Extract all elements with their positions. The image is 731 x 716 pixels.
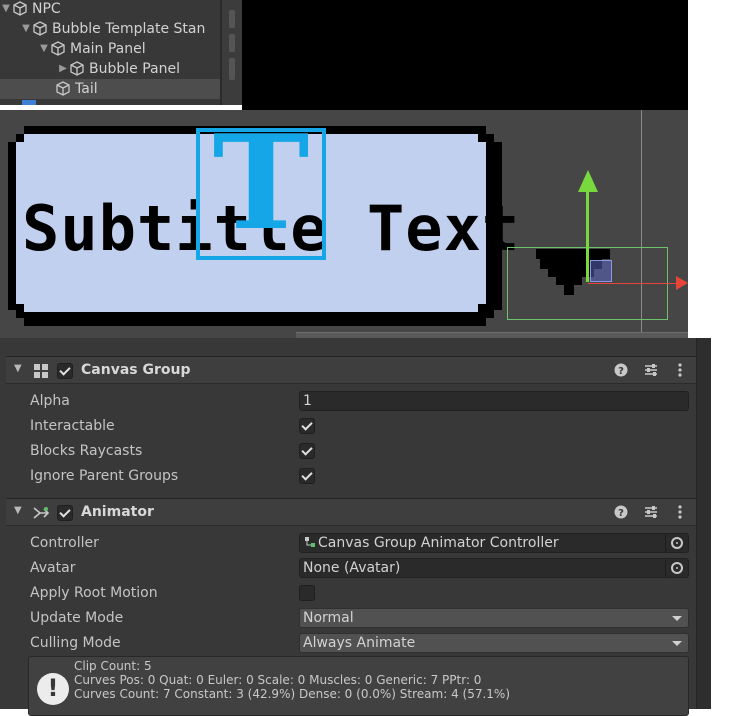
hierarchy-item-label: Bubble Panel xyxy=(89,61,180,77)
presets-icon[interactable] xyxy=(643,362,659,378)
avatar-label: Avatar xyxy=(30,560,76,576)
dropdown-arrow-icon xyxy=(672,641,682,646)
x-axis-handle[interactable] xyxy=(588,283,680,284)
fold-arrow-icon[interactable]: ▼ xyxy=(14,505,22,516)
culling-mode-dropdown[interactable]: Always Animate xyxy=(299,633,689,653)
pivot-square[interactable] xyxy=(590,260,612,282)
x-axis-arrow-icon[interactable] xyxy=(676,276,688,290)
canvas-group-header[interactable]: ▼ Canvas Group ? xyxy=(6,356,696,384)
hierarchy-item-main-panel[interactable]: ▼ Main Panel xyxy=(38,39,220,59)
info-icon: ! xyxy=(37,673,69,705)
help-icon[interactable]: ? xyxy=(613,362,629,378)
ignore-parent-groups-checkbox[interactable] xyxy=(299,468,315,484)
cube-icon xyxy=(69,59,85,79)
game-view-area xyxy=(242,0,688,110)
hierarchy-item-bubble-template[interactable]: ▼ Bubble Template Stan xyxy=(20,19,220,39)
svg-text:?: ? xyxy=(618,366,624,377)
fold-arrow-icon[interactable]: ▼ xyxy=(14,363,22,374)
hierarchy-item-tail[interactable]: Tail xyxy=(0,79,220,99)
scrollbar-segment[interactable] xyxy=(229,34,235,52)
info-clip-count: Clip Count: 5 xyxy=(74,659,152,673)
animator-header[interactable]: ▼ Animator ? xyxy=(6,498,696,526)
svg-text:?: ? xyxy=(618,508,624,519)
apply-root-motion-checkbox[interactable] xyxy=(299,585,315,601)
help-icon[interactable]: ? xyxy=(613,504,629,520)
apply-root-motion-label: Apply Root Motion xyxy=(30,585,158,601)
blocks-raycasts-checkbox[interactable] xyxy=(299,443,315,459)
scene-view[interactable]: Subtitle Text T xyxy=(0,110,688,338)
culling-mode-label: Culling Mode xyxy=(30,635,121,651)
kebab-menu-icon[interactable] xyxy=(672,362,688,378)
inspector-panel: ▼ Canvas Group ? Alpha 1 Interactable Bl… xyxy=(0,338,712,716)
animator-controller-icon xyxy=(305,537,315,547)
component-title: Animator xyxy=(81,504,154,520)
animator-icon xyxy=(33,507,50,519)
animator-info-box: ! Clip Count: 5 Curves Pos: 0 Quat: 0 Eu… xyxy=(28,656,689,716)
info-curves-count: Curves Count: 7 Constant: 3 (42.9%) Dens… xyxy=(74,687,511,701)
interactable-checkbox[interactable] xyxy=(299,418,315,434)
hierarchy-scrollbar[interactable] xyxy=(222,0,242,105)
component-title: Canvas Group xyxy=(81,362,191,378)
expand-arrow-icon[interactable]: ▼ xyxy=(38,39,50,59)
ignore-parent-groups-label: Ignore Parent Groups xyxy=(30,468,179,484)
update-mode-dropdown[interactable]: Normal xyxy=(299,608,689,628)
controller-field[interactable]: Canvas Group Animator Controller xyxy=(299,533,689,553)
cube-icon xyxy=(12,0,28,19)
cube-icon xyxy=(50,39,66,59)
collapse-arrow-icon[interactable]: ▶ xyxy=(57,59,69,79)
controller-label: Controller xyxy=(30,535,99,551)
culling-mode-value: Always Animate xyxy=(303,635,416,651)
hierarchy-item-bubble-panel[interactable]: ▶ Bubble Panel xyxy=(57,59,220,79)
avatar-value: None (Avatar) xyxy=(303,560,401,576)
presets-icon[interactable] xyxy=(643,504,659,520)
cube-icon xyxy=(55,79,71,99)
info-curves-pos: Curves Pos: 0 Quat: 0 Euler: 0 Scale: 0 … xyxy=(74,673,482,687)
canvas-group-icon xyxy=(34,364,48,378)
scrollbar-segment[interactable] xyxy=(229,10,235,28)
hierarchy-item-npc[interactable]: ▼ NPC xyxy=(0,0,220,19)
alpha-label: Alpha xyxy=(30,393,70,409)
text-gizmo-icon: T xyxy=(212,110,310,259)
update-mode-label: Update Mode xyxy=(30,610,124,626)
hierarchy-item-label: Bubble Template Stan xyxy=(52,21,206,37)
controller-value: Canvas Group Animator Controller xyxy=(318,535,559,551)
y-axis-arrow-icon[interactable] xyxy=(578,170,598,192)
dropdown-arrow-icon xyxy=(672,616,682,621)
update-mode-value: Normal xyxy=(303,610,354,626)
partial-item-icon xyxy=(22,100,36,105)
cube-icon xyxy=(32,19,48,39)
inspector-scrollbar[interactable] xyxy=(696,338,712,709)
expand-arrow-icon[interactable]: ▼ xyxy=(20,19,32,39)
animator-enabled-checkbox[interactable] xyxy=(57,505,73,521)
blocks-raycasts-label: Blocks Raycasts xyxy=(30,443,143,459)
interactable-label: Interactable xyxy=(30,418,115,434)
hierarchy-panel: ▼ NPC ▼ Bubble Template Stan ▼ Main Panel ▶… xyxy=(0,0,220,105)
object-picker-icon[interactable] xyxy=(665,559,688,577)
hierarchy-item-label: NPC xyxy=(32,1,61,17)
object-picker-icon[interactable] xyxy=(665,534,688,552)
alpha-field[interactable]: 1 xyxy=(299,391,689,411)
scrollbar-segment[interactable] xyxy=(229,58,235,80)
canvas-group-enabled-checkbox[interactable] xyxy=(57,363,73,379)
avatar-field[interactable]: None (Avatar) xyxy=(299,558,689,578)
hierarchy-item-label: Tail xyxy=(75,81,98,97)
y-axis-handle[interactable] xyxy=(586,182,589,282)
hierarchy-item-label: Main Panel xyxy=(70,41,146,57)
kebab-menu-icon[interactable] xyxy=(672,504,688,520)
expand-arrow-icon[interactable]: ▼ xyxy=(0,0,12,19)
window-margin xyxy=(711,338,731,709)
